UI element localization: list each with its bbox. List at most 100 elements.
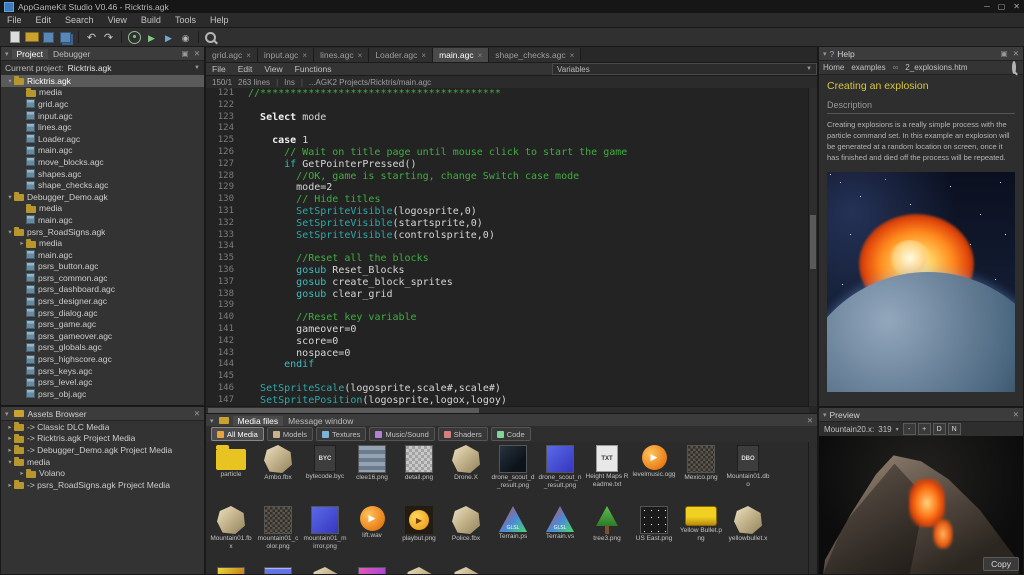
new-file-icon[interactable] <box>6 30 23 45</box>
media-item[interactable] <box>349 565 395 574</box>
asset-item-debugger-demo-agk-project-media[interactable]: ▸-> Debugger_Demo.agk Project Media <box>1 444 204 456</box>
minimize-button[interactable]: ─ <box>984 2 990 11</box>
run-icon[interactable] <box>143 30 160 45</box>
media-item-levelmusic-ogg[interactable]: ▶levelmusic.ogg <box>631 443 677 503</box>
dock-icon[interactable]: ▣ <box>182 49 189 58</box>
tree-item-psrs-button-agc[interactable]: psrs_button.agc <box>1 261 204 273</box>
tree-item-input-agc[interactable]: input.agc <box>1 110 204 122</box>
help-tab-home[interactable]: Home <box>823 63 844 72</box>
preview-button-minus[interactable]: + <box>918 423 931 435</box>
tree-item-psrs-dialog-agc[interactable]: psrs_dialog.agc <box>1 307 204 319</box>
tab-debugger[interactable]: Debugger <box>48 49 95 59</box>
media-item-terrain-ps[interactable]: GLSLTerrain.ps <box>490 504 536 564</box>
collapse-icon[interactable]: ▾ <box>823 411 827 419</box>
media-item-ambo-fbx[interactable]: Ambo.fbx <box>255 443 301 503</box>
editor-menu-view[interactable]: View <box>258 64 288 74</box>
media-item-tree3-png[interactable]: tree3.png <box>584 504 630 564</box>
preview-button-n[interactable]: N <box>948 423 961 435</box>
media-item-mexico-png[interactable]: Mexico.png <box>678 443 724 503</box>
editor-menu-functions[interactable]: Functions <box>289 64 338 74</box>
tree-item-ricktris-agk[interactable]: ▾Ricktris.agk <box>1 75 204 87</box>
menu-search[interactable]: Search <box>58 15 101 25</box>
save-icon[interactable] <box>40 30 57 45</box>
media-item-us-east-png[interactable]: US East.png <box>631 504 677 564</box>
redo-icon[interactable] <box>100 30 117 45</box>
search-icon[interactable] <box>203 30 220 45</box>
expander-icon[interactable]: ▸ <box>18 469 26 477</box>
tree-item-psrs-designer-agc[interactable]: psrs_designer.agc <box>1 295 204 307</box>
tree-item-psrs-globals-agc[interactable]: psrs_globals.agc <box>1 342 204 354</box>
close-tab-icon[interactable]: × <box>302 51 307 60</box>
dock-icon[interactable]: ▣ <box>1001 49 1008 58</box>
filter-code[interactable]: Code <box>491 427 531 441</box>
filter-music-sound[interactable]: Music/Sound <box>369 427 434 441</box>
close-tab-icon[interactable]: × <box>358 51 363 60</box>
preview-button-minus[interactable]: - <box>903 423 916 435</box>
tree-item-loader-agc[interactable]: Loader.agc <box>1 133 204 145</box>
close-tab-icon[interactable]: × <box>246 51 251 60</box>
undo-icon[interactable] <box>83 30 100 45</box>
tree-item-media[interactable]: media <box>1 203 204 215</box>
media-item-playbut-png[interactable]: ▶playbut.png <box>396 504 442 564</box>
editor-tab-input-agc[interactable]: input.agc× <box>258 48 314 62</box>
media-item-drone-scout-d-result-png[interactable]: drone_scout_d_result.png <box>490 443 536 503</box>
close-preview-panel-icon[interactable]: ✕ <box>1013 410 1019 419</box>
tree-item-main-agc[interactable]: main.agc <box>1 145 204 157</box>
tree-item-grid-agc[interactable]: grid.agc <box>1 98 204 110</box>
tree-item-psrs-roadsigns-agk[interactable]: ▾psrs_RoadSigns.agk <box>1 226 204 238</box>
expander-icon[interactable]: ▾ <box>6 77 14 85</box>
close-tab-icon[interactable]: × <box>570 51 575 60</box>
media-item-police-fbx[interactable]: Police.fbx <box>443 504 489 564</box>
editor-menu-edit[interactable]: Edit <box>232 64 259 74</box>
media-item-drone-scout-n-result-png[interactable]: drone_scout_n_result.png <box>537 443 583 503</box>
media-item-bytecode-byc[interactable]: BYCbytecode.byc <box>302 443 348 503</box>
help-search-icon[interactable] <box>1012 63 1019 72</box>
media-item-lift-wav[interactable]: ▶lift.wav <box>349 504 395 564</box>
media-item[interactable] <box>396 565 442 574</box>
expander-icon[interactable]: ▾ <box>6 228 14 236</box>
tree-item-main-agc[interactable]: main.agc <box>1 214 204 226</box>
menu-file[interactable]: File <box>0 15 29 25</box>
filter-shaders[interactable]: Shaders <box>438 427 488 441</box>
editor-tab-shape-checks-agc[interactable]: shape_checks.agc× <box>489 48 581 62</box>
media-item-mountain01-color-png[interactable]: mountain01_color.png <box>255 504 301 564</box>
media-item-mountain01-fbx[interactable]: Mountain01.fbx <box>208 504 254 564</box>
media-item-detail-png[interactable]: detail.png <box>396 443 442 503</box>
media-item[interactable] <box>443 565 489 574</box>
close-button[interactable]: ✕ <box>1013 2 1020 11</box>
tree-item-move-blocks-agc[interactable]: move_blocks.agc <box>1 156 204 168</box>
tree-item-psrs-common-agc[interactable]: psrs_common.agc <box>1 272 204 284</box>
tree-item-psrs-level-agc[interactable]: psrs_level.agc <box>1 376 204 388</box>
expander-icon[interactable]: ▾ <box>6 193 14 201</box>
tree-item-psrs-highscore-agc[interactable]: psrs_highscore.agc <box>1 353 204 365</box>
tab-media-files[interactable]: Media files <box>233 416 284 426</box>
media-item-yellowbullet-d-png[interactable]: yellowbullet_D.png <box>208 565 254 574</box>
save-all-icon[interactable] <box>57 30 74 45</box>
preview-button-d[interactable]: D <box>933 423 946 435</box>
filter-models[interactable]: Models <box>267 427 313 441</box>
tree-item-main-agc[interactable]: main.agc <box>1 249 204 261</box>
close-media-panel-icon[interactable]: ✕ <box>807 416 813 425</box>
expander-icon[interactable]: ▾ <box>6 458 14 466</box>
help-tab-2-explosions-htm[interactable]: 2_explosions.htm <box>905 63 967 72</box>
scrollbar-thumb[interactable] <box>810 215 816 269</box>
tree-item-psrs-gameover-agc[interactable]: psrs_gameover.agc <box>1 330 204 342</box>
variables-dropdown[interactable]: Variables ▼ <box>552 63 817 75</box>
asset-item-classic-dlc-media[interactable]: ▸-> Classic DLC Media <box>1 421 204 433</box>
media-item[interactable] <box>302 565 348 574</box>
media-item-terrain-vs[interactable]: GLSLTerrain.vs <box>537 504 583 564</box>
tree-item-psrs-game-agc[interactable]: psrs_game.agc <box>1 318 204 330</box>
close-tab-icon[interactable]: × <box>421 51 426 60</box>
help-tab-examples[interactable]: examples <box>851 63 885 72</box>
collapse-icon[interactable]: ▾ <box>5 50 9 58</box>
menu-view[interactable]: View <box>101 15 134 25</box>
menu-tools[interactable]: Tools <box>168 15 203 25</box>
media-item-height-maps-readme-txt[interactable]: TXTHeight Maps Readme.txt <box>584 443 630 503</box>
media-item-mountain01-mirror-png[interactable]: mountain01_mirror.png <box>302 504 348 564</box>
tree-item-media[interactable]: ▸media <box>1 237 204 249</box>
tree-item-psrs-dashboard-agc[interactable]: psrs_dashboard.agc <box>1 284 204 296</box>
filter-all-media[interactable]: All Media <box>211 427 264 441</box>
code-editor[interactable]: 121//***********************************… <box>206 88 809 406</box>
menu-help[interactable]: Help <box>203 15 236 25</box>
media-item-yellow-bullet-png[interactable]: Yellow Bullet.png <box>678 504 724 564</box>
